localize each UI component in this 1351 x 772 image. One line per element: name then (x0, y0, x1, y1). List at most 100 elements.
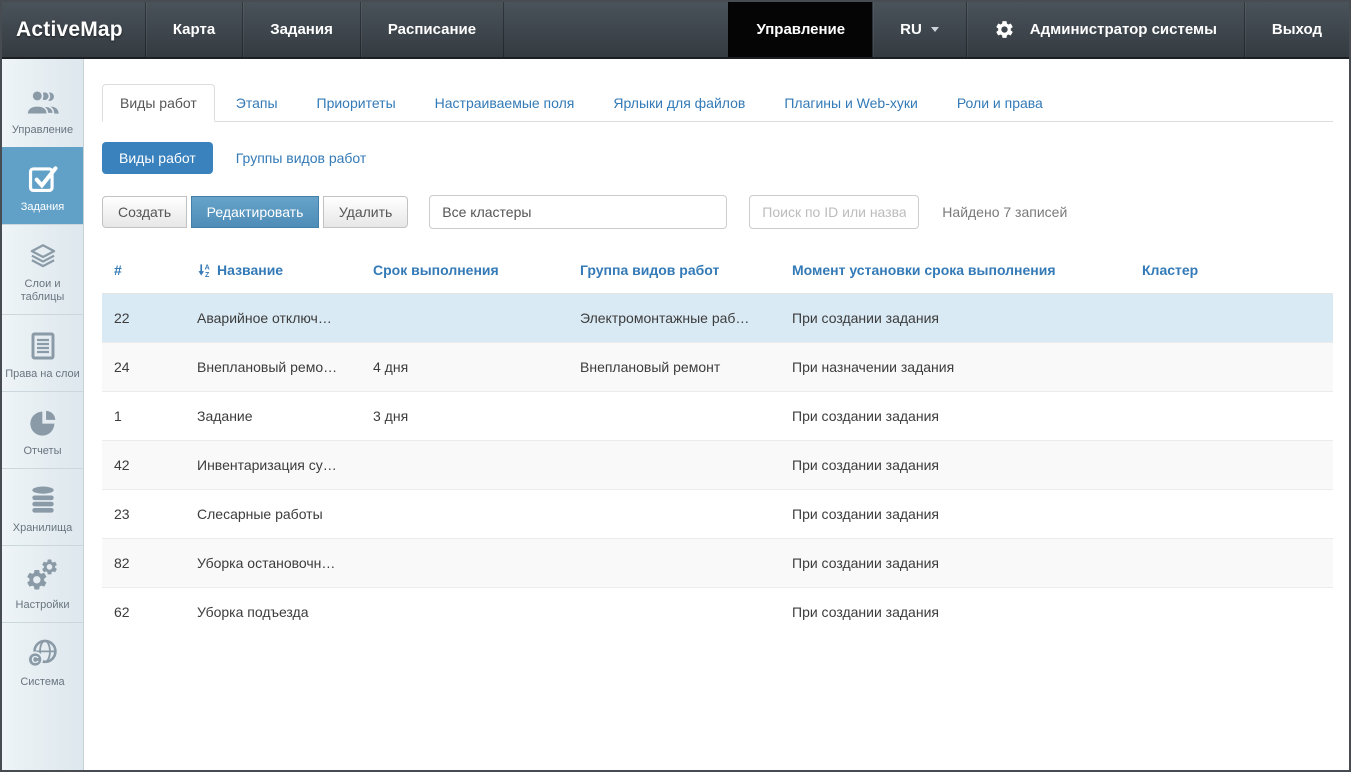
edit-button[interactable]: Редактировать (191, 196, 320, 228)
sidebar-item-label: Система (4, 676, 81, 689)
tab[interactable]: Этапы (218, 84, 296, 122)
globe-icon: C (4, 634, 81, 670)
cell-term (361, 539, 568, 588)
table-row[interactable]: 24 Внеплановый ремо… 4 дня Внеплановый р… (102, 343, 1333, 392)
column-header-id[interactable]: # (102, 247, 185, 294)
cell-cluster (1130, 539, 1333, 588)
cell-group: Внеплановый ремонт (568, 343, 780, 392)
cell-group (568, 490, 780, 539)
nav-item-tasks[interactable]: Задания (242, 2, 360, 57)
column-header-term[interactable]: Срок выполнения (361, 247, 568, 294)
cell-cluster (1130, 343, 1333, 392)
main-menu: Карта Задания Расписание (145, 2, 504, 57)
cell-id: 24 (102, 343, 185, 392)
sidebar-item-label: Хранилища (4, 522, 81, 535)
cell-id: 1 (102, 392, 185, 441)
cell-name: Инвентаризация су… (185, 441, 361, 490)
sidebar-item-label: Отчеты (4, 445, 81, 458)
cell-moment: При создании задания (780, 392, 1130, 441)
sidebar-item-management[interactable]: Управление (2, 71, 83, 147)
create-button[interactable]: Создать (102, 196, 187, 228)
cell-group: Электромонтажные раб… (568, 294, 780, 343)
cell-name: Внеплановый ремо… (185, 343, 361, 392)
subtab-switcher: Виды работ Группы видов работ (102, 142, 1333, 174)
cell-cluster (1130, 588, 1333, 637)
main-content: Виды работ Этапы Приоритеты Настраиваемы… (84, 59, 1349, 770)
crud-button-group: Создать Редактировать Удалить (102, 196, 408, 228)
table-row[interactable]: 42 Инвентаризация су… При создании задан… (102, 441, 1333, 490)
sidebar-item-tasks[interactable]: Задания (2, 147, 83, 224)
column-header-name[interactable]: A Z Название (185, 247, 361, 294)
table-row[interactable]: 22 Аварийное отключ… Электромонтажные ра… (102, 294, 1333, 343)
cell-id: 42 (102, 441, 185, 490)
cell-group (568, 392, 780, 441)
nav-item-map[interactable]: Карта (145, 2, 242, 57)
cell-name: Задание (185, 392, 361, 441)
sidebar-item-label: Слои и таблицы (4, 278, 81, 304)
cell-group (568, 588, 780, 637)
document-lines-icon (4, 326, 81, 362)
cell-term (361, 441, 568, 490)
top-navbar: ActiveMap Карта Задания Расписание Управ… (2, 2, 1349, 59)
user-name: Администратор системы (1030, 21, 1217, 38)
sidebar-item-label: Управление (4, 124, 81, 137)
nav-item-management[interactable]: Управление (728, 2, 872, 57)
app-logo[interactable]: ActiveMap (2, 2, 145, 57)
checkbox-check-icon (4, 159, 81, 195)
cell-moment: При назначении задания (780, 343, 1130, 392)
delete-button[interactable]: Удалить (323, 196, 408, 228)
cell-moment: При создании задания (780, 490, 1130, 539)
work-types-table: # A Z Название Срок выполнения Группа ви… (102, 247, 1333, 636)
user-menu[interactable]: Администратор системы (966, 2, 1244, 57)
sidebar-item-label: Задания (4, 201, 81, 214)
cell-id: 23 (102, 490, 185, 539)
nav-item-schedule[interactable]: Расписание (360, 2, 504, 57)
cell-moment: При создании задания (780, 294, 1130, 343)
cell-name: Слесарные работы (185, 490, 361, 539)
sidebar-item-layer-rights[interactable]: Права на слои (2, 314, 83, 391)
column-header-cluster[interactable]: Кластер (1130, 247, 1333, 294)
cell-id: 62 (102, 588, 185, 637)
cell-cluster (1130, 490, 1333, 539)
subtab-work-type-groups[interactable]: Группы видов работ (236, 150, 367, 166)
database-icon (4, 480, 81, 516)
table-row[interactable]: 62 Уборка подъезда При создании задания (102, 588, 1333, 637)
sidebar-item-label: Настройки (4, 599, 81, 612)
tab[interactable]: Виды работ (102, 84, 215, 122)
cell-term (361, 588, 568, 637)
tab[interactable]: Плагины и Web-хуки (766, 84, 935, 122)
table-row[interactable]: 23 Слесарные работы При создании задания (102, 490, 1333, 539)
language-selector[interactable]: RU (872, 2, 966, 57)
sidebar-item-layers[interactable]: Слои и таблицы (2, 224, 83, 314)
tab[interactable]: Настраиваемые поля (417, 84, 593, 122)
cluster-filter-input[interactable] (429, 195, 727, 229)
toolbar: Создать Редактировать Удалить Найдено 7 … (102, 195, 1333, 229)
sort-alpha-asc-icon: A Z (197, 263, 212, 278)
app-window: ActiveMap Карта Задания Расписание Управ… (0, 0, 1351, 772)
table-row[interactable]: 1 Задание 3 дня При создании задания (102, 392, 1333, 441)
search-input[interactable] (749, 195, 919, 229)
pie-chart-icon (4, 403, 81, 439)
tab[interactable]: Приоритеты (299, 84, 414, 122)
sidebar-item-settings[interactable]: Настройки (2, 545, 83, 622)
column-header-group[interactable]: Группа видов работ (568, 247, 780, 294)
logout-button[interactable]: Выход (1244, 2, 1349, 57)
sidebar-item-system[interactable]: C Система (2, 622, 83, 699)
cell-id: 82 (102, 539, 185, 588)
settings-tabs: Виды работ Этапы Приоритеты Настраиваемы… (102, 84, 1333, 122)
cell-moment: При создании задания (780, 441, 1130, 490)
cell-term (361, 294, 568, 343)
sidebar-item-reports[interactable]: Отчеты (2, 391, 83, 468)
table-row[interactable]: 82 Уборка остановочн… При создании задан… (102, 539, 1333, 588)
sidebar-item-storages[interactable]: Хранилища (2, 468, 83, 545)
sidebar: Управление Задания (2, 59, 84, 770)
cell-group (568, 539, 780, 588)
gear-icon (994, 19, 1015, 40)
tab[interactable]: Роли и права (939, 84, 1061, 122)
results-count: Найдено 7 записей (942, 204, 1067, 220)
users-icon (4, 82, 81, 118)
gears-icon (4, 557, 81, 593)
subtab-work-types[interactable]: Виды работ (102, 142, 213, 174)
column-header-moment[interactable]: Момент установки срока выполнения (780, 247, 1130, 294)
tab[interactable]: Ярлыки для файлов (595, 84, 763, 122)
